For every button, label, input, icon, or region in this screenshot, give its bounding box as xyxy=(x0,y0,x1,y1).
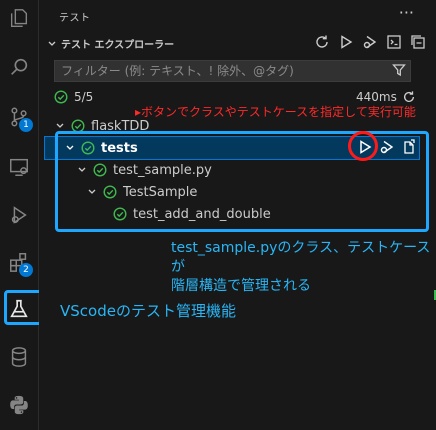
extensions-icon[interactable]: 2 xyxy=(0,245,38,279)
chevron-down-icon xyxy=(53,121,67,131)
filter-input[interactable]: フィルター (例: テキスト、! 除外、@タグ) xyxy=(54,60,411,82)
pass-icon xyxy=(54,90,68,104)
test-summary-count: 5/5 xyxy=(54,90,93,104)
sidebar-header: テスト xyxy=(59,13,91,24)
database-icon[interactable] xyxy=(0,340,38,374)
run-button-highlight-circle xyxy=(348,131,378,161)
feature-annotation: VScodeのテスト管理機能 xyxy=(60,302,236,320)
test-summary-time: 440ms xyxy=(356,90,416,104)
chevron-down-icon xyxy=(48,41,56,46)
source-control-badge: 1 xyxy=(19,118,33,132)
remote-explorer-icon[interactable] xyxy=(0,150,38,184)
source-control-icon[interactable]: 1 xyxy=(0,100,38,134)
test-explorer-section[interactable]: テスト エクスプローラー xyxy=(47,36,174,51)
more-actions-button[interactable]: ··· xyxy=(399,3,414,22)
filter-placeholder: フィルター (例: テキスト、! 除外、@タグ) xyxy=(61,64,294,78)
rerun-icon[interactable] xyxy=(402,90,416,104)
hierarchy-annotation-line2: 階層構造で管理される xyxy=(171,278,311,294)
refresh-icon[interactable] xyxy=(313,33,331,51)
search-icon[interactable] xyxy=(0,50,38,84)
filter-icon[interactable] xyxy=(392,63,406,77)
debug-all-icon[interactable] xyxy=(361,33,379,51)
section-title-label: テスト エクスプローラー xyxy=(61,40,175,51)
summary-count-text: 5/5 xyxy=(74,90,94,104)
activity-bar: 1 2 xyxy=(0,0,39,430)
collapse-all-icon[interactable] xyxy=(409,33,427,51)
explorer-icon[interactable] xyxy=(0,1,38,35)
run-all-icon[interactable] xyxy=(337,33,355,51)
extensions-badge: 2 xyxy=(19,263,33,277)
hierarchy-annotation: test_sample.pyのクラス、テストケースが 階層構造で管理される xyxy=(171,239,431,296)
summary-time-text: 440ms xyxy=(356,90,397,104)
python-icon[interactable] xyxy=(0,388,38,422)
run-annotation: ▸ボタンでクラスやテストケースを指定して実行可能 xyxy=(135,105,416,119)
terminal-icon[interactable] xyxy=(385,33,403,51)
hierarchy-annotation-line1: test_sample.pyのクラス、テストケースが xyxy=(171,240,431,275)
run-debug-icon[interactable] xyxy=(0,198,38,232)
test-toolbar xyxy=(313,33,427,51)
test-sidebar: テスト ··· テスト エクスプローラー フィルター (例: テキスト、! 除外… xyxy=(39,0,436,430)
